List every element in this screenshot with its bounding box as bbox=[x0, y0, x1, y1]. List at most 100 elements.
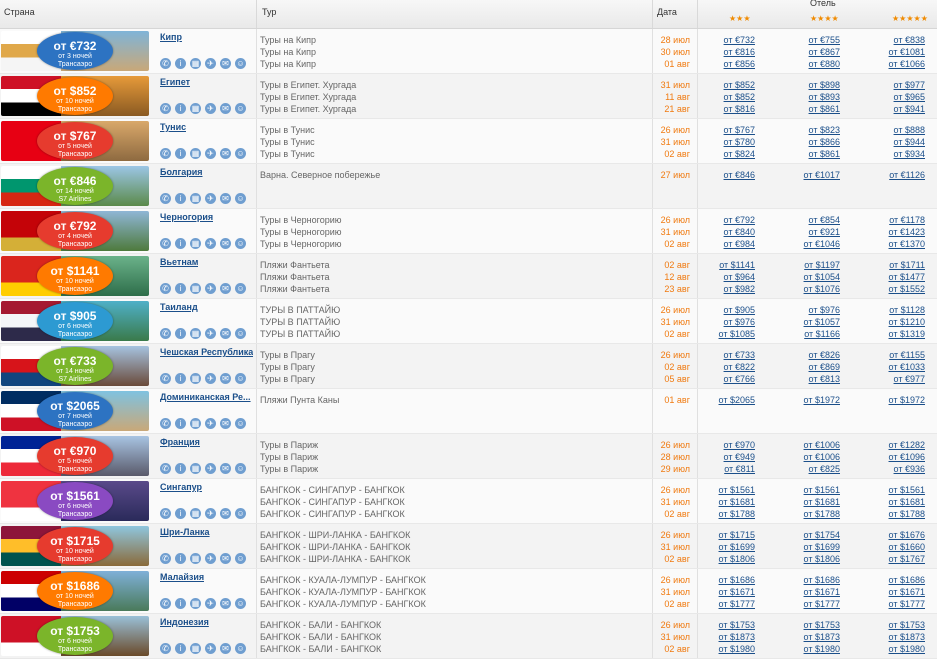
price-link[interactable]: от $1057 bbox=[804, 316, 840, 328]
price-link[interactable]: от €811 bbox=[724, 463, 755, 475]
price-link[interactable]: от €970 bbox=[724, 439, 755, 451]
price-link[interactable]: от €1066 bbox=[889, 58, 925, 70]
chat-icon[interactable]: ✉ bbox=[220, 418, 231, 429]
info-icon[interactable]: i bbox=[175, 598, 186, 609]
country-badge[interactable]: от $767 от 5 ночей Трансаэро bbox=[1, 121, 149, 161]
price-link[interactable]: от €1423 bbox=[889, 226, 925, 238]
chat-icon[interactable]: ✉ bbox=[220, 328, 231, 339]
country-badge[interactable]: от $1561 от 6 ночей Трансаэро bbox=[1, 481, 149, 521]
price-link[interactable]: от $1166 bbox=[804, 328, 840, 340]
price-link[interactable]: от $1681 bbox=[719, 496, 755, 508]
chat-icon[interactable]: ✉ bbox=[220, 553, 231, 564]
info-icon[interactable]: i bbox=[175, 328, 186, 339]
chat-icon[interactable]: ✉ bbox=[220, 643, 231, 654]
country-link[interactable]: Малайзия bbox=[160, 572, 204, 582]
country-link[interactable]: Египет bbox=[160, 77, 190, 87]
price-link[interactable]: от $1788 bbox=[804, 508, 840, 520]
country-badge[interactable]: от $905 от 6 ночей Трансаэро bbox=[1, 301, 149, 341]
price-link[interactable]: от $823 bbox=[809, 124, 840, 136]
plane-icon[interactable]: ✈ bbox=[205, 418, 216, 429]
plane-icon[interactable]: ✈ bbox=[205, 238, 216, 249]
hotel-icon[interactable]: ▦ bbox=[190, 328, 201, 339]
price-link[interactable]: от $965 bbox=[894, 91, 925, 103]
price-link[interactable]: от $1561 bbox=[804, 484, 840, 496]
price-link[interactable]: от $852 bbox=[724, 79, 755, 91]
price-link[interactable]: от €792 bbox=[724, 214, 755, 226]
chat-icon[interactable]: ✉ bbox=[220, 238, 231, 249]
price-link[interactable]: от €1370 bbox=[889, 238, 925, 250]
phone-icon[interactable]: ✆ bbox=[160, 463, 171, 474]
chat-icon[interactable]: ✉ bbox=[220, 58, 231, 69]
price-link[interactable]: от $1806 bbox=[719, 553, 755, 565]
plane-icon[interactable]: ✈ bbox=[205, 193, 216, 204]
plane-icon[interactable]: ✈ bbox=[205, 148, 216, 159]
phone-icon[interactable]: ✆ bbox=[160, 148, 171, 159]
person-icon[interactable]: ☺ bbox=[235, 103, 246, 114]
price-link[interactable]: от $1980 bbox=[889, 643, 925, 655]
country-badge[interactable]: от $1686 от 10 ночей Трансаэро bbox=[1, 571, 149, 611]
info-icon[interactable]: i bbox=[175, 373, 186, 384]
country-link[interactable]: Чешская Республика bbox=[160, 347, 253, 357]
price-link[interactable]: от $861 bbox=[809, 103, 840, 115]
plane-icon[interactable]: ✈ bbox=[205, 643, 216, 654]
person-icon[interactable]: ☺ bbox=[235, 193, 246, 204]
price-link[interactable]: от $982 bbox=[719, 283, 755, 295]
info-icon[interactable]: i bbox=[175, 103, 186, 114]
price-link[interactable]: от $1477 bbox=[889, 271, 925, 283]
price-link[interactable]: от $1671 bbox=[804, 586, 840, 598]
price-link[interactable]: от €1155 bbox=[889, 349, 925, 361]
price-link[interactable]: от $1777 bbox=[889, 598, 925, 610]
info-icon[interactable]: i bbox=[175, 193, 186, 204]
price-link[interactable]: от $1699 bbox=[719, 541, 755, 553]
price-link[interactable]: от $1788 bbox=[889, 508, 925, 520]
price-link[interactable]: от €949 bbox=[724, 451, 755, 463]
price-link[interactable]: от $964 bbox=[719, 271, 755, 283]
phone-icon[interactable]: ✆ bbox=[160, 328, 171, 339]
price-link[interactable]: от $941 bbox=[894, 103, 925, 115]
price-link[interactable]: от €732 bbox=[724, 34, 755, 46]
price-link[interactable]: от $1711 bbox=[889, 259, 925, 271]
hotel-icon[interactable]: ▦ bbox=[190, 238, 201, 249]
price-link[interactable]: от €1046 bbox=[804, 238, 840, 250]
price-link[interactable]: от €755 bbox=[809, 34, 840, 46]
price-link[interactable]: от $1767 bbox=[889, 553, 925, 565]
price-link[interactable]: от $2065 bbox=[719, 394, 755, 406]
price-link[interactable]: от $1076 bbox=[804, 283, 840, 295]
country-link[interactable]: Кипр bbox=[160, 32, 182, 42]
country-link[interactable]: Болгария bbox=[160, 167, 203, 177]
country-link[interactable]: Сингапур bbox=[160, 482, 202, 492]
hotel-icon[interactable]: ▦ bbox=[190, 463, 201, 474]
stars-3-icon[interactable]: ★★★ bbox=[729, 14, 751, 23]
phone-icon[interactable]: ✆ bbox=[160, 643, 171, 654]
info-icon[interactable]: i bbox=[175, 58, 186, 69]
price-link[interactable]: от $944 bbox=[894, 136, 925, 148]
price-link[interactable]: от $780 bbox=[724, 136, 755, 148]
price-link[interactable]: от $816 bbox=[724, 103, 755, 115]
hotel-icon[interactable]: ▦ bbox=[190, 553, 201, 564]
price-link[interactable]: от $1715 bbox=[719, 529, 755, 541]
price-link[interactable]: от $888 bbox=[894, 124, 925, 136]
phone-icon[interactable]: ✆ bbox=[160, 373, 171, 384]
price-link[interactable]: от €921 bbox=[804, 226, 840, 238]
price-link[interactable]: от $1085 bbox=[719, 328, 755, 340]
plane-icon[interactable]: ✈ bbox=[205, 463, 216, 474]
country-link[interactable]: Черногория bbox=[160, 212, 213, 222]
person-icon[interactable]: ☺ bbox=[235, 283, 246, 294]
chat-icon[interactable]: ✉ bbox=[220, 463, 231, 474]
info-icon[interactable]: i bbox=[175, 508, 186, 519]
country-badge[interactable]: от €792 от 4 ночей Трансаэро bbox=[1, 211, 149, 251]
price-link[interactable]: от $1552 bbox=[889, 283, 925, 295]
hotel-icon[interactable]: ▦ bbox=[190, 643, 201, 654]
price-link[interactable]: от €822 bbox=[724, 361, 755, 373]
price-link[interactable]: от €1096 bbox=[889, 451, 925, 463]
price-link[interactable]: от $1753 bbox=[719, 619, 755, 631]
price-link[interactable]: от €840 bbox=[724, 226, 755, 238]
person-icon[interactable]: ☺ bbox=[235, 328, 246, 339]
phone-icon[interactable]: ✆ bbox=[160, 598, 171, 609]
price-link[interactable]: от $1210 bbox=[889, 316, 925, 328]
price-link[interactable]: от $1686 bbox=[719, 574, 755, 586]
price-link[interactable]: от $976 bbox=[719, 316, 755, 328]
price-link[interactable]: от $1699 bbox=[804, 541, 840, 553]
price-link[interactable]: от $1873 bbox=[804, 631, 840, 643]
price-link[interactable]: от €1282 bbox=[889, 439, 925, 451]
